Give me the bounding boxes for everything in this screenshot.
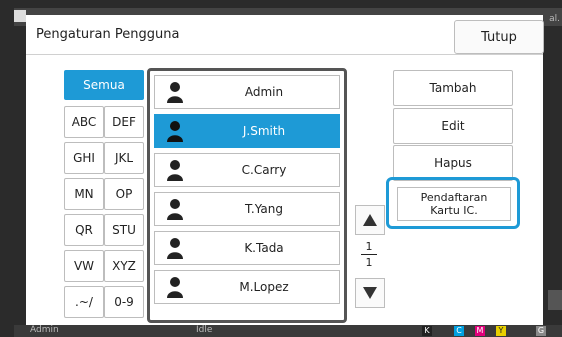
filter-ghi-button[interactable]: GHI [64, 142, 104, 174]
triangle-down-icon [363, 287, 377, 299]
delete-button[interactable]: Hapus [393, 145, 513, 181]
user-name: M.Lopez [239, 280, 289, 294]
user-settings-dialog: Pengaturan Pengguna Tutup Semua ABC DEF … [26, 15, 544, 325]
filter-symbols-button[interactable]: .~/ [64, 286, 104, 318]
user-name: Admin [244, 85, 284, 99]
user-icon [167, 277, 183, 298]
filter-def-button[interactable]: DEF [104, 106, 144, 138]
filter-vw-button[interactable]: VW [64, 250, 104, 282]
ink-level-c: C [454, 326, 464, 336]
close-button[interactable]: Tutup [454, 20, 544, 54]
ink-level-y: Y [496, 326, 506, 336]
page-divider [361, 254, 377, 255]
user-row-admin[interactable]: Admin [154, 75, 340, 109]
filter-abc-button[interactable]: ABC [64, 106, 104, 138]
filter-qr-button[interactable]: QR [64, 214, 104, 246]
page-total: 1 [365, 256, 373, 269]
ink-level-k: K [422, 326, 432, 336]
add-button[interactable]: Tambah [393, 70, 513, 106]
user-row-ccarry[interactable]: C.Carry [154, 153, 340, 187]
status-user: Admin [30, 325, 59, 335]
filter-digits-button[interactable]: 0-9 [104, 286, 144, 318]
triangle-up-icon [363, 214, 377, 226]
user-name: T.Yang [245, 202, 283, 216]
page-current: 1 [365, 240, 373, 253]
user-name: C.Carry [241, 163, 287, 177]
user-name: K.Tada [244, 241, 284, 255]
edit-button[interactable]: Edit [393, 108, 513, 144]
dialog-title-bar: Pengaturan Pengguna Tutup [26, 15, 544, 55]
user-row-ktada[interactable]: K.Tada [154, 231, 340, 265]
status-bar: Admin Idle K C M Y G [14, 325, 562, 337]
user-icon [167, 199, 183, 220]
user-row-tyang[interactable]: T.Yang [154, 192, 340, 226]
user-icon [167, 160, 183, 181]
ic-card-label-line1: Pendaftaran [420, 191, 488, 204]
ink-level-g: G [536, 326, 546, 336]
user-icon [167, 121, 183, 142]
dialog-title: Pengaturan Pengguna [36, 27, 180, 42]
filter-mn-button[interactable]: MN [64, 178, 104, 210]
filter-xyz-button[interactable]: XYZ [104, 250, 144, 282]
ic-card-registration-button[interactable]: Pendaftaran Kartu IC. [397, 187, 511, 221]
scroll-up-button[interactable] [355, 205, 385, 235]
user-icon [167, 238, 183, 259]
scroll-down-button[interactable] [355, 278, 385, 308]
user-list: Admin J.Smith C.Carry T.Yang K.Tada M.Lo… [147, 68, 347, 323]
user-row-jsmith[interactable]: J.Smith [154, 114, 340, 148]
background-corner-text: al. [549, 14, 560, 24]
ic-card-highlight: Pendaftaran Kartu IC. [386, 177, 520, 229]
user-row-mlopez[interactable]: M.Lopez [154, 270, 340, 304]
filter-jkl-button[interactable]: JKL [104, 142, 144, 174]
ink-level-m: M [475, 326, 485, 336]
filter-all-button[interactable]: Semua [64, 70, 144, 100]
background-side-button [548, 290, 562, 310]
user-name: J.Smith [242, 124, 286, 138]
user-icon [167, 82, 183, 103]
ic-card-label-line2: Kartu IC. [430, 204, 478, 217]
filter-stu-button[interactable]: STU [104, 214, 144, 246]
page-indicator: 1 1 [355, 240, 383, 269]
status-state: Idle [196, 325, 213, 335]
filter-op-button[interactable]: OP [104, 178, 144, 210]
settings-icon [14, 10, 26, 22]
